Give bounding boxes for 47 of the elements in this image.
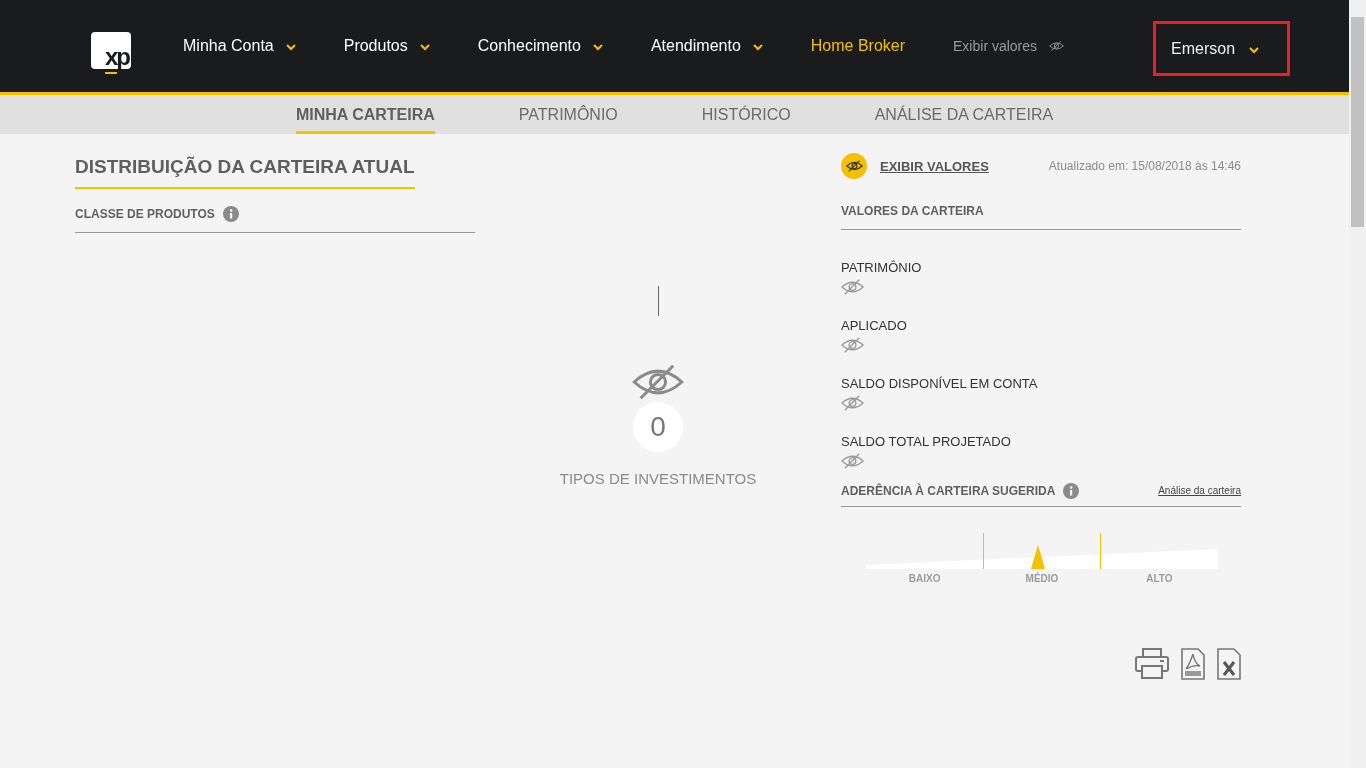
scrollbar[interactable]: [1349, 0, 1366, 768]
nav-menu-item[interactable]: Produtos: [343, 37, 408, 55]
chevron-down-icon: [1249, 46, 1260, 54]
nav-menu-item[interactable]: Conhecimento: [477, 37, 581, 55]
user-name: Emerson: [1171, 39, 1236, 58]
section-subtitle: CLASSE DE PRODUTOS: [75, 206, 215, 221]
value-label: SALDO DISPONÍVEL EM CONTA: [841, 376, 1039, 391]
spreadsheet-file-icon[interactable]: [1217, 648, 1241, 680]
user-menu[interactable]: Emerson: [1153, 21, 1290, 76]
nav-menu-item[interactable]: Minha Conta: [183, 37, 274, 55]
value-label: PATRIMÔNIO: [841, 260, 923, 275]
tab[interactable]: PATRIMÔNIO: [518, 95, 618, 134]
chevron-down-icon: [285, 44, 296, 51]
pdf-file-icon[interactable]: [1181, 648, 1205, 680]
section-subtitle: VALORES DA CARTEIRA: [841, 203, 984, 218]
eye-toggle-icon[interactable]: [841, 153, 867, 179]
count-badge: 0: [633, 402, 683, 452]
eye-slash-icon: [841, 279, 864, 295]
section-subtitle: ADERÊNCIA À CARTEIRA SUGERIDA: [841, 483, 1056, 498]
eye-slash-icon: [632, 364, 684, 400]
show-values-toggle[interactable]: Exibir valores: [953, 38, 1038, 54]
value-label: APLICADO: [841, 318, 908, 333]
count-label: TIPOS DE INVESTIMENTOS: [559, 470, 757, 487]
chevron-down-icon: [592, 44, 603, 51]
gauge-label: MÉDIO: [1024, 573, 1060, 584]
info-icon[interactable]: [222, 205, 239, 222]
eye-slash-icon: [1049, 40, 1065, 52]
nav-link[interactable]: Home Broker: [810, 37, 906, 55]
nav-menu-item[interactable]: Atendimento: [650, 37, 741, 55]
info-icon[interactable]: [1063, 482, 1080, 499]
gauge-label: BAIXO: [907, 573, 942, 584]
eye-slash-icon: [841, 395, 864, 411]
updated-timestamp: Atualizado em: 15/08/2018 às 14:46: [1048, 159, 1241, 173]
print-icon[interactable]: [1135, 648, 1169, 680]
chart-line: [657, 286, 659, 316]
gauge-label: ALTO: [1145, 573, 1174, 584]
chevron-down-icon: [752, 44, 763, 51]
eye-slash-icon: [841, 453, 864, 469]
section-title: DISTRIBUIÇÃO DA CARTEIRA ATUAL: [75, 156, 415, 189]
show-values-link[interactable]: EXIBIR VALORES: [880, 158, 989, 174]
tab[interactable]: HISTÓRICO: [701, 95, 791, 134]
eye-slash-icon: [841, 337, 864, 353]
portfolio-analysis-link[interactable]: Análise da carteira: [1158, 485, 1241, 496]
tab[interactable]: ANÁLISE DA CARTEIRA: [874, 95, 1054, 134]
value-label: SALDO TOTAL PROJETADO: [841, 434, 1012, 449]
tab[interactable]: MINHA CARTEIRA: [295, 95, 435, 134]
chevron-down-icon: [419, 44, 430, 51]
